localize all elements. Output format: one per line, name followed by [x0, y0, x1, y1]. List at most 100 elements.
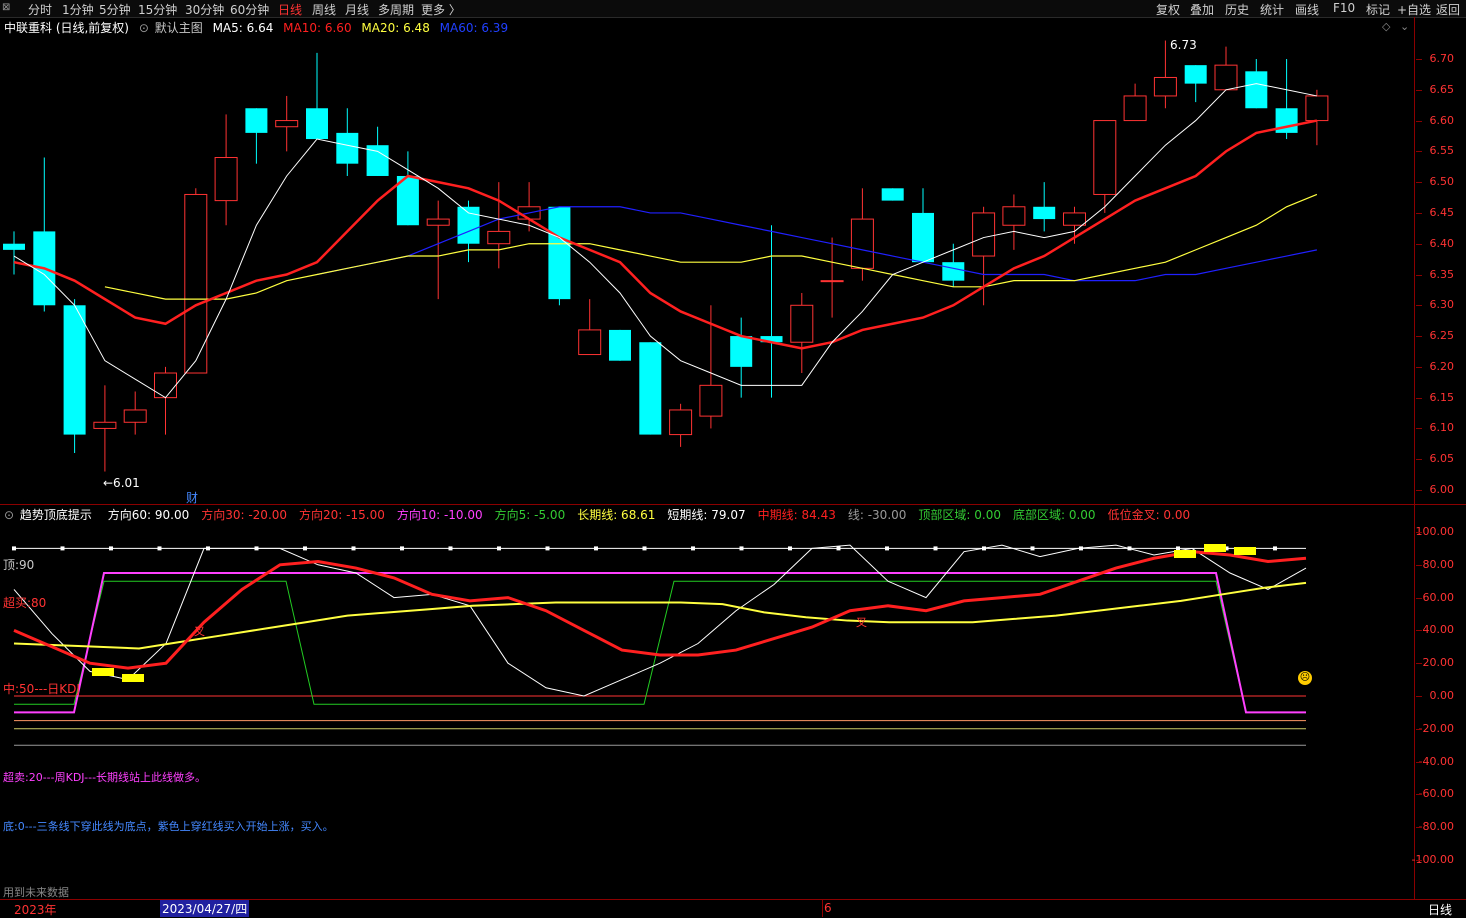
label-future-data: 用到未来数据 — [3, 886, 69, 899]
candle-up — [669, 409, 693, 436]
candle-up — [578, 329, 602, 356]
label-overbought: 超买:80 — [3, 596, 47, 610]
indicator-value-6: 短期线: 79.07 — [667, 508, 746, 522]
candle-down — [1033, 206, 1056, 220]
month-label: 6 — [824, 901, 832, 915]
indicator-tick — [1416, 827, 1422, 829]
top-dot — [448, 546, 453, 551]
indicator-name[interactable]: 趋势顶底提示 — [20, 508, 92, 522]
indicator-tick — [1416, 597, 1422, 599]
candle-down — [336, 132, 359, 164]
indicator-tick — [1416, 564, 1422, 566]
candle-up — [1093, 120, 1117, 195]
year-label: 2023年 — [14, 903, 57, 917]
candle-up — [1153, 76, 1177, 97]
cross-marker-1: 叉 — [194, 625, 205, 638]
top-dot — [206, 546, 210, 551]
top-dot — [788, 546, 792, 551]
candle-up — [1123, 95, 1147, 122]
long-line — [13, 581, 1307, 650]
signal-block — [92, 668, 114, 676]
top-dot — [497, 546, 501, 551]
candle-down — [881, 188, 904, 201]
indicator-value-9: 顶部区域: 0.00 — [918, 508, 1001, 522]
candle-up — [184, 193, 208, 374]
price-tick — [1416, 182, 1422, 184]
price-tick — [1416, 366, 1422, 368]
indicator-tick — [1416, 696, 1422, 697]
price-tick — [1416, 336, 1422, 338]
label-middle: 中:50---日KDJ — [3, 682, 80, 696]
cross-marker-2: 叉 — [856, 616, 867, 629]
indicator-tick — [1416, 761, 1422, 763]
candle-up — [487, 230, 511, 245]
indicator-value-3: 方向10: -10.00 — [396, 508, 483, 522]
top-dot — [109, 546, 113, 551]
indicator-tick — [1416, 860, 1422, 861]
candle-down — [1184, 65, 1207, 84]
indicator-value-10: 底部区域: 0.00 — [1012, 508, 1096, 522]
indicator-value-7: 中期线: 84.43 — [757, 508, 836, 522]
top-dot — [545, 546, 550, 551]
indicator-icon[interactable]: ⊙ — [4, 508, 14, 522]
label-top: 顶:90 — [3, 558, 35, 572]
candle-up — [1002, 206, 1026, 226]
top-dot — [400, 546, 404, 551]
price-tick — [1416, 274, 1422, 276]
top-dot — [12, 546, 16, 551]
short-line — [13, 544, 1307, 697]
ma10-line — [13, 119, 1318, 350]
price-tick — [1416, 243, 1422, 245]
top-dot — [885, 546, 889, 551]
top-dot — [691, 546, 695, 551]
label-bottom: 底:0---三条线下穿此线为底点，紫色上穿红线买入开始上涨，买入。 — [3, 820, 334, 833]
candle-up — [1063, 212, 1086, 226]
candle-down — [3, 243, 25, 250]
high-price-label: 6.73 — [1170, 38, 1197, 52]
candle-up — [426, 218, 450, 226]
ma5-line — [13, 83, 1317, 399]
ma20-line — [104, 193, 1318, 300]
indicator-info: ⊙ 趋势顶底提示 方向60: 90.00 方向30: -20.00 方向20: -1… — [4, 506, 1202, 522]
signal-block — [1204, 544, 1226, 552]
indicator-tick — [1416, 532, 1422, 533]
top-dot — [157, 546, 162, 551]
low-price-label: ←6.01 — [103, 476, 140, 490]
candle-down — [942, 262, 965, 281]
top-dot — [594, 546, 598, 551]
top-dot — [1176, 546, 1180, 551]
candle-down — [306, 108, 328, 140]
cursor-date: 2023/04/27/四 — [160, 900, 250, 917]
top-dot — [60, 546, 65, 551]
mid-line — [13, 550, 1307, 670]
price-tick — [1416, 120, 1422, 122]
candle-up — [972, 212, 996, 257]
price-tick — [1416, 305, 1422, 307]
candle-up — [1305, 95, 1329, 122]
price-tick — [1416, 459, 1422, 461]
toolbar-right-item-8[interactable]: 返回 — [1436, 1, 1460, 18]
signal-block — [1234, 547, 1256, 555]
top-dot — [739, 546, 744, 551]
indicator-tick — [1416, 728, 1422, 730]
purple-step-line — [14, 572, 1306, 714]
top-dot — [254, 546, 259, 551]
month-divider — [822, 900, 823, 917]
finance-marker[interactable]: 财 — [186, 489, 198, 506]
green-step-line — [14, 580, 1306, 713]
top-dot — [303, 546, 307, 551]
candle-up — [214, 157, 238, 202]
price-tick — [1416, 151, 1422, 153]
signal-block — [1174, 550, 1196, 558]
candlestick-chart[interactable] — [0, 0, 1414, 505]
indicator-tick — [1416, 630, 1422, 632]
indicator-value-8: 线: -30.00 — [847, 508, 907, 522]
indicator-value-1: 方向30: -20.00 — [201, 508, 288, 522]
top-dot — [1127, 546, 1132, 551]
period-label[interactable]: 日线 — [1428, 901, 1452, 918]
top-dot — [836, 546, 841, 551]
top-dot — [933, 546, 938, 551]
sad-face-icon: ☹ — [1298, 671, 1312, 685]
candle-up — [123, 409, 147, 423]
top-dot — [982, 546, 986, 551]
